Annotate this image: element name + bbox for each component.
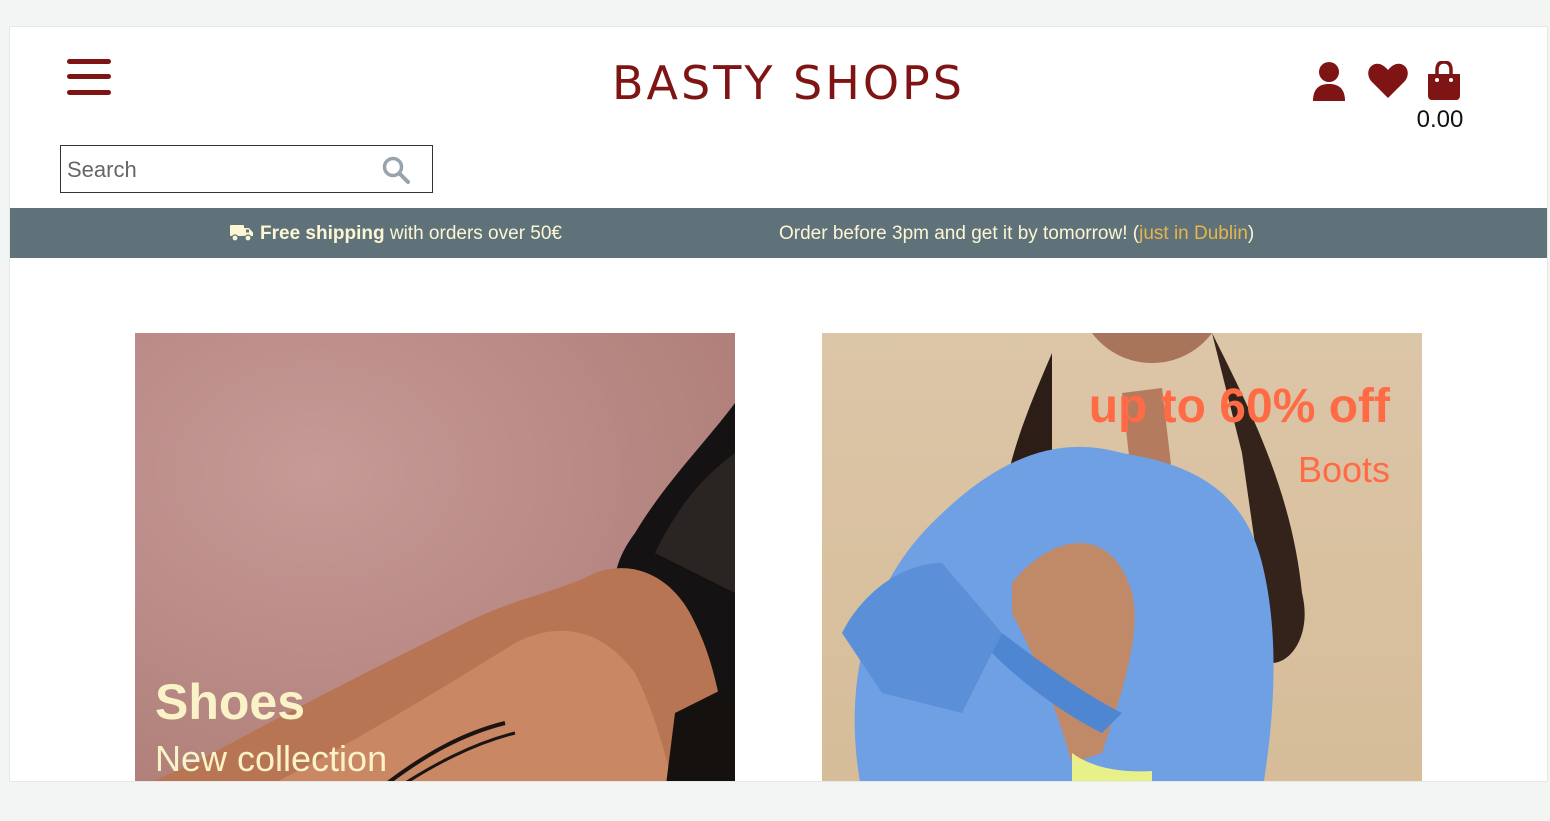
shipping-rest-text: with orders over 50€ <box>384 223 562 244</box>
delivery-text: Order before 3pm and get it by tomorrow!… <box>779 223 1140 244</box>
shoes-banner[interactable]: Shoes New collection <box>135 333 735 781</box>
search-box <box>60 145 433 193</box>
boots-banner-subtitle: Boots <box>1297 449 1390 490</box>
shoes-banner-title: Shoes <box>155 674 306 730</box>
shopping-bag-icon[interactable] <box>1426 60 1462 106</box>
page-frame: BASTY SHOPS 0.00 Search Free shipping wi… <box>10 27 1547 781</box>
bag-total-amount: 0.00 <box>1416 106 1464 133</box>
delivery-highlight: just in Dublin <box>1139 223 1248 244</box>
truck-icon <box>230 224 254 248</box>
heart-icon[interactable] <box>1368 63 1408 104</box>
shipping-bold-text: Free shipping <box>260 223 385 244</box>
shoes-banner-subtitle: New collection <box>155 738 388 779</box>
delivery-close: ) <box>1247 223 1255 244</box>
search-input[interactable] <box>65 152 379 188</box>
boots-banner-title: up to 60% off <box>1088 380 1390 433</box>
boots-banner[interactable]: up to 60% off Boots <box>822 333 1422 781</box>
search-icon[interactable] <box>382 156 410 189</box>
info-bar: Free shipping with orders over 50€ Order… <box>10 208 1547 258</box>
shipping-notice: Free shipping with orders over 50€ <box>230 223 562 248</box>
delivery-notice: Order before 3pm and get it by tomorrow!… <box>779 223 1254 245</box>
user-icon[interactable] <box>1311 61 1347 106</box>
